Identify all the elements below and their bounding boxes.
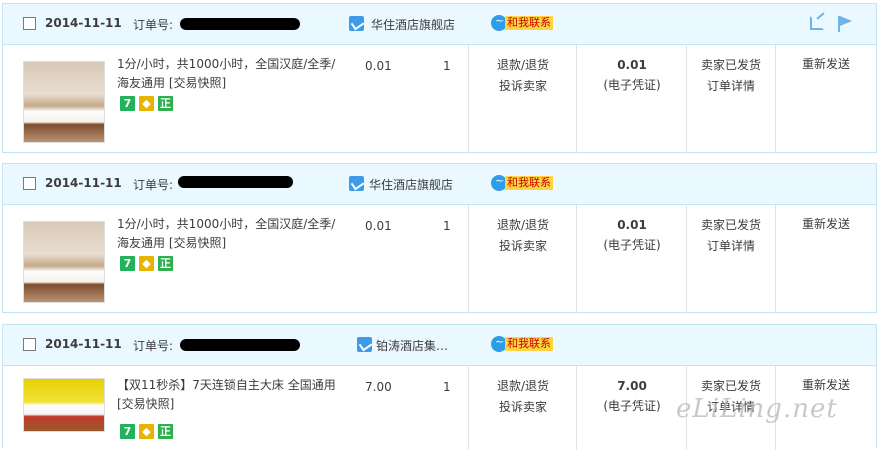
complain-link[interactable]: 投诉卖家 xyxy=(483,397,563,418)
status-text: 卖家已发货 xyxy=(700,218,761,232)
share-icon[interactable] xyxy=(810,16,824,30)
store-icon xyxy=(357,337,372,352)
total-price: 7.00 xyxy=(617,379,647,393)
column-divider xyxy=(576,366,577,450)
order-status: 卖家已发货 订单详情 xyxy=(687,215,775,257)
resend-button[interactable]: 重新发送 xyxy=(776,215,876,232)
unit-price: 0.01 xyxy=(365,219,392,233)
total-price: 0.01 xyxy=(617,58,647,72)
order-item-row: 1分/小时，共1000小时，全国汉庭/全季/海友通用 [交易快照] 7 ◆ 正 0.… xyxy=(3,45,876,153)
redacted-order-number xyxy=(180,339,300,351)
order-date: 2014-11-11 xyxy=(45,176,122,190)
refund-actions: 退款/退货 投诉卖家 xyxy=(483,215,563,257)
order-card: 2014-11-11 订单号: 华住酒店旗舰店 和我联系 1分/小时，共1000… xyxy=(2,3,877,153)
order-card: 2014-11-11 订单号: 铂涛酒店集… 和我联系 【双11秒杀】7天连锁自… xyxy=(2,324,877,450)
seven-day-return-badge-icon: 7 xyxy=(120,424,135,439)
hotel-room-thumbnail[interactable] xyxy=(23,378,105,432)
order-checkbox[interactable] xyxy=(23,17,36,30)
guarantee-shield-badge-icon: ◆ xyxy=(139,424,154,439)
refund-actions: 退款/退货 投诉卖家 xyxy=(483,55,563,97)
complain-link[interactable]: 投诉卖家 xyxy=(483,76,563,97)
voucher-note: (电子凭证) xyxy=(603,399,661,413)
order-header: 2014-11-11 订单号: 华住酒店旗舰店 和我联系 xyxy=(3,4,876,45)
authentic-badge-icon: 正 xyxy=(158,256,173,271)
order-number-label: 订单号: xyxy=(133,178,174,192)
refund-link[interactable]: 退款/退货 xyxy=(483,215,563,236)
authentic-badge-icon: 正 xyxy=(158,96,173,111)
item-title-link[interactable]: 1分/小时，共1000小时，全国汉庭/全季/海友通用 [交易快照] xyxy=(117,215,347,253)
quantity: 1 xyxy=(443,59,451,73)
guarantee-shield-badge-icon: ◆ xyxy=(139,256,154,271)
item-title-link[interactable]: 1分/小时，共1000小时，全国汉庭/全季/海友通用 [交易快照] xyxy=(117,55,347,93)
quantity: 1 xyxy=(443,380,451,394)
order-item-row: 1分/小时，共1000小时，全国汉庭/全季/海友通用 [交易快照] 7 ◆ 正 0.… xyxy=(3,205,876,313)
total-price: 0.01 xyxy=(617,218,647,232)
voucher-note: (电子凭证) xyxy=(603,78,661,92)
order-number-label: 订单号: xyxy=(133,18,174,32)
order-date: 2014-11-11 xyxy=(45,337,122,351)
store-icon xyxy=(349,16,364,31)
voucher-note: (电子凭证) xyxy=(603,238,661,252)
redacted-order-number xyxy=(180,18,300,30)
store-name-link[interactable]: 华住酒店旗舰店 xyxy=(371,16,455,33)
service-badges: 7 ◆ 正 xyxy=(120,424,177,439)
order-number-label: 订单号: xyxy=(133,339,174,353)
refund-link[interactable]: 退款/退货 xyxy=(483,55,563,76)
hotel-room-thumbnail[interactable] xyxy=(23,221,105,303)
hotel-room-thumbnail[interactable] xyxy=(23,61,105,143)
column-divider xyxy=(468,205,469,313)
total-amount: 7.00 (电子凭证) xyxy=(578,376,686,416)
order-card: 2014-11-11 订单号: 华住酒店旗舰店 和我联系 1分/小时，共1000… xyxy=(2,163,877,313)
total-amount: 0.01 (电子凭证) xyxy=(578,215,686,255)
status-text: 卖家已发货 xyxy=(700,58,761,72)
quantity: 1 xyxy=(443,219,451,233)
complain-link[interactable]: 投诉卖家 xyxy=(483,236,563,257)
column-divider xyxy=(468,45,469,153)
order-date: 2014-11-11 xyxy=(45,16,122,30)
refund-actions: 退款/退货 投诉卖家 xyxy=(483,376,563,418)
flag-icon[interactable] xyxy=(838,16,852,32)
order-checkbox[interactable] xyxy=(23,177,36,190)
redacted-order-number xyxy=(178,176,293,188)
site-watermark: eLiLing.net xyxy=(676,394,838,424)
store-icon xyxy=(349,176,364,191)
resend-button[interactable]: 重新发送 xyxy=(776,55,876,72)
seven-day-return-badge-icon: 7 xyxy=(120,96,135,111)
service-badges: 7 ◆ 正 xyxy=(120,96,177,111)
order-status: 卖家已发货 订单详情 xyxy=(687,55,775,97)
order-detail-link[interactable]: 订单详情 xyxy=(687,76,775,97)
refund-link[interactable]: 退款/退货 xyxy=(483,376,563,397)
order-detail-link[interactable]: 订单详情 xyxy=(687,236,775,257)
column-divider xyxy=(576,45,577,153)
unit-price: 0.01 xyxy=(365,59,392,73)
column-divider xyxy=(576,205,577,313)
service-badges: 7 ◆ 正 xyxy=(120,256,177,271)
item-title-link[interactable]: 【双11秒杀】7天连锁自主大床 全国通用 [交易快照] xyxy=(117,376,347,414)
unit-price: 7.00 xyxy=(365,380,392,394)
order-header: 2014-11-11 订单号: 华住酒店旗舰店 和我联系 xyxy=(3,164,876,205)
store-name-link[interactable]: 华住酒店旗舰店 xyxy=(369,176,453,193)
guarantee-shield-badge-icon: ◆ xyxy=(139,96,154,111)
column-divider xyxy=(468,366,469,450)
resend-button[interactable]: 重新发送 xyxy=(776,376,876,393)
order-checkbox[interactable] xyxy=(23,338,36,351)
store-name-link[interactable]: 铂涛酒店集… xyxy=(376,337,448,354)
seven-day-return-badge-icon: 7 xyxy=(120,256,135,271)
order-header: 2014-11-11 订单号: 铂涛酒店集… 和我联系 xyxy=(3,325,876,366)
authentic-badge-icon: 正 xyxy=(158,424,173,439)
total-amount: 0.01 (电子凭证) xyxy=(578,55,686,95)
